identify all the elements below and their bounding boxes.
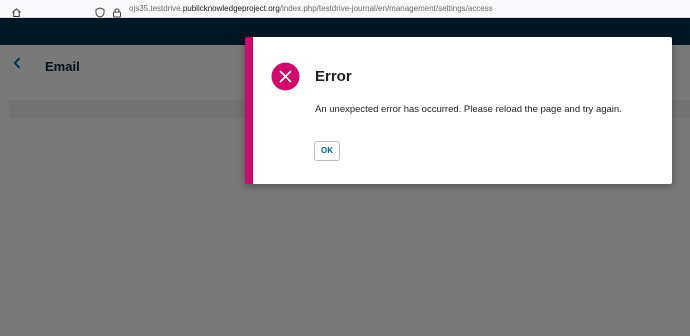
error-x-icon <box>271 62 300 91</box>
ok-button[interactable]: OK <box>314 141 340 161</box>
dialog-title: Error <box>315 68 352 85</box>
browser-address-bar[interactable]: ojs35.testdrive.publicknowledgeproject.o… <box>0 0 690 18</box>
url-host: publicknowledgeproject.org <box>182 4 280 13</box>
error-dialog: Error An unexpected error has occurred. … <box>245 37 672 184</box>
dialog-message: An unexpected error has occurred. Please… <box>315 104 622 115</box>
url-text[interactable]: ojs35.testdrive.publicknowledgeproject.o… <box>129 3 493 14</box>
url-prefix: ojs35.testdrive. <box>129 4 183 13</box>
url-path: /index.php/testdrive-journal/en/manageme… <box>279 4 493 13</box>
